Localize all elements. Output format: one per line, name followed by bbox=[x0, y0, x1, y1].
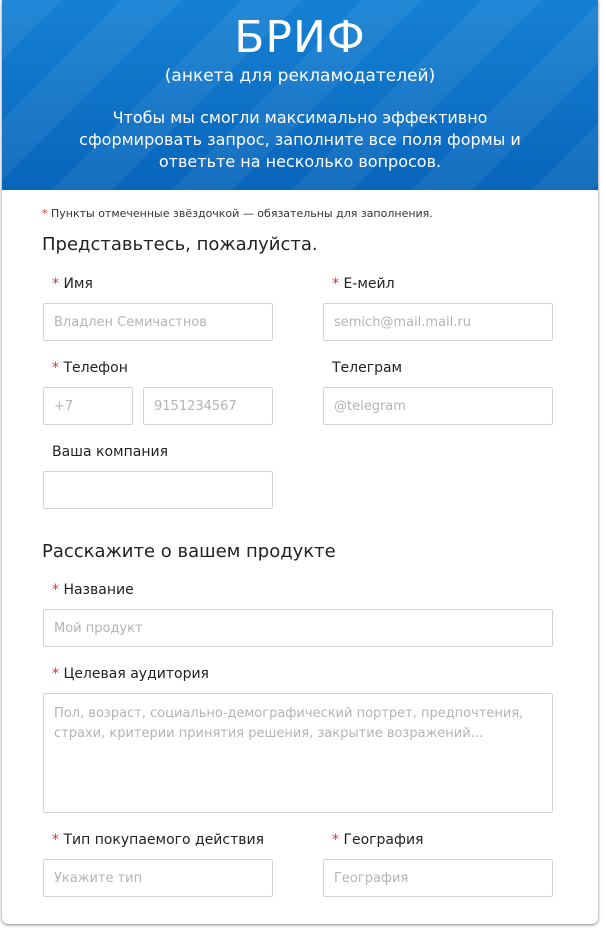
section-title-product: Расскажите о вашем продукте bbox=[42, 541, 336, 562]
required-asterisk: * bbox=[52, 832, 59, 848]
required-asterisk: * bbox=[52, 360, 59, 376]
phone-number-input[interactable] bbox=[143, 387, 273, 425]
form-title: БРИФ bbox=[234, 12, 366, 63]
required-asterisk: * bbox=[52, 276, 59, 292]
form-header: БРИФ (анкета для рекламодателей) Чтобы м… bbox=[2, 0, 598, 190]
product-name-input[interactable] bbox=[43, 609, 553, 647]
audience-textarea[interactable] bbox=[43, 693, 553, 813]
audience-label-text: Целевая аудитория bbox=[63, 666, 209, 682]
phone-label-text: Телефон bbox=[63, 360, 128, 376]
geography-label: * География bbox=[332, 832, 423, 848]
geography-label-text: География bbox=[343, 832, 424, 848]
required-note-text: Пункты отмеченные звёздочкой — обязатель… bbox=[51, 207, 433, 220]
name-label-text: Имя bbox=[63, 276, 93, 292]
audience-label: * Целевая аудитория bbox=[52, 666, 209, 682]
product-name-label: * Название bbox=[52, 582, 134, 598]
required-asterisk: * bbox=[42, 207, 48, 220]
required-asterisk: * bbox=[52, 582, 59, 598]
email-label: * Е-мейл bbox=[332, 276, 395, 292]
action-type-input[interactable] bbox=[43, 859, 273, 897]
product-name-label-text: Название bbox=[63, 582, 134, 598]
phone-label: * Телефон bbox=[52, 360, 128, 376]
brief-form-card: БРИФ (анкета для рекламодателей) Чтобы м… bbox=[2, 0, 598, 924]
required-asterisk: * bbox=[332, 276, 339, 292]
form-subtitle: (анкета для рекламодателей) bbox=[164, 66, 436, 86]
telegram-label: Телеграм bbox=[332, 360, 403, 376]
action-type-label-text: Тип покупаемого действия bbox=[63, 832, 265, 848]
company-label: Ваша компания bbox=[52, 444, 169, 460]
telegram-input[interactable] bbox=[323, 387, 553, 425]
geography-input[interactable] bbox=[323, 859, 553, 897]
action-type-label: * Тип покупаемого действия bbox=[52, 832, 264, 848]
name-label: * Имя bbox=[52, 276, 93, 292]
section-title-contacts: Представьтесь, пожалуйста. bbox=[42, 234, 318, 255]
required-asterisk: * bbox=[332, 832, 339, 848]
required-note: * Пункты отмеченные звёздочкой — обязате… bbox=[42, 207, 433, 220]
required-asterisk: * bbox=[52, 666, 59, 682]
company-input[interactable] bbox=[43, 471, 273, 509]
name-input[interactable] bbox=[43, 303, 273, 341]
email-input[interactable] bbox=[323, 303, 553, 341]
phone-code-input[interactable] bbox=[43, 387, 133, 425]
email-label-text: Е-мейл bbox=[343, 276, 395, 292]
form-description: Чтобы мы смогли максимально эффективно с… bbox=[79, 108, 521, 171]
